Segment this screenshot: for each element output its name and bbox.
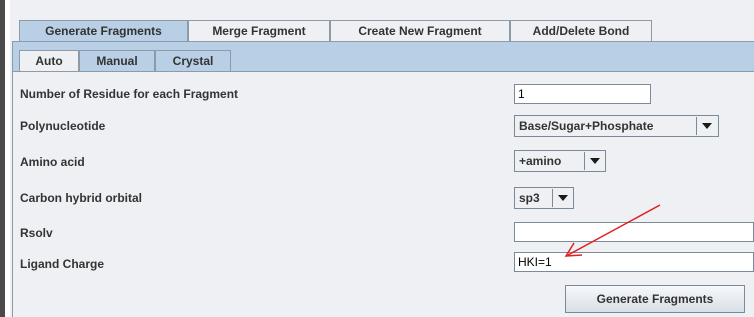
annotation-arrow-icon	[564, 204, 661, 257]
